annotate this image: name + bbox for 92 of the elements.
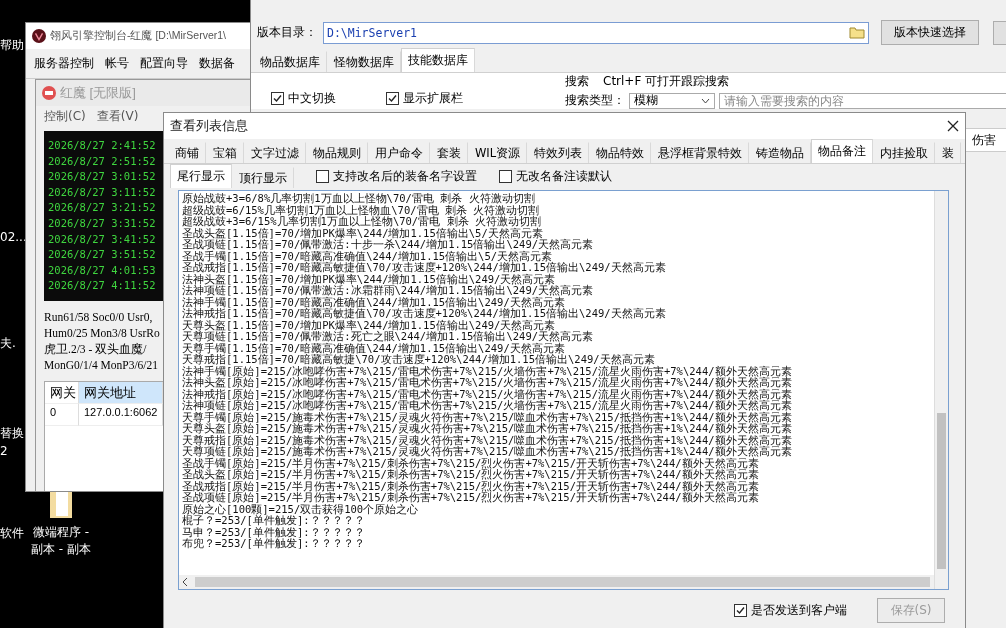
text-line: 圣战项链[1.15倍]=70/佩带激活:十步一杀\244/增加1.15倍输出\249/天然高元素 <box>182 239 594 251</box>
log-line: 2026/8/27 3:31:52 <box>48 216 156 231</box>
field-label: 搜索类型： <box>565 92 625 109</box>
text-line: 布兜？=253/[单件触发]:？？？？？ <box>182 538 365 550</box>
log-line: 2026/8/27 3:21:52 <box>48 200 156 216</box>
search-hint: Ctrl+F 可打开跟踪搜索 <box>603 73 730 90</box>
menu-item[interactable]: 控制(C) <box>41 106 89 127</box>
text-line: 天尊项链[原始]=215/施毒术伤害+7%\215/灵魂火符伤害+7%\215/噬血术伤害+7%\215/抵挡伤害+1%\244/额外天然高元素 <box>182 446 792 458</box>
status-text: MonG0/1/4 MonP3/6/21 <box>43 358 160 373</box>
menu-item[interactable]: 配置向导 <box>137 53 191 74</box>
text-line: 天尊头盔[1.15倍]=70/增加PK爆率\244/增加1.15倍输出\249/天然高元素 <box>182 319 556 331</box>
text-line: 法神项链[1.15倍]=70/佩带激活:冰霜群雨\244/增加1.15倍输出\249/天然高元素 <box>182 285 594 297</box>
text-line: 法神戒指[原始]=215/冰咆哮伤害+7%\215/雷电术伤害+7%\215/火墙伤害+7%\215/流星火雨伤害+7%\244/额外天然高元素 <box>182 388 792 400</box>
checkbox[interactable] <box>386 92 399 105</box>
text-line: 圣战手镯[1.15倍]=70/暗藏高准确值\244/增加1.15倍输出\5/天然高元素 <box>182 250 553 262</box>
checkbox[interactable] <box>734 604 747 617</box>
column-header[interactable]: 伤害 <box>965 128 1006 152</box>
checkbox-label: 是否发送到客户端 <box>751 602 847 619</box>
directory-field[interactable]: D:\MirServer1 <box>323 21 869 44</box>
text-line: 法神头盔[原始]=215/冰咆哮伤害+7%\215/雷电术伤害+7%\215/火墙伤害+7%\215/流星火雨伤害+7%\244/额外天然高元素 <box>182 377 792 389</box>
checkbox[interactable] <box>271 92 284 105</box>
text-line: 圣战手镯[原始]=215/半月伤害+7%\215/刺杀伤害+7%\215/烈火伤害+7%\215/开天斩伤害+7%\244/额外天然高元素 <box>182 457 759 469</box>
field-label: 版本目录： <box>257 24 317 41</box>
desktop-label: 02... <box>0 230 27 244</box>
quick-select-button[interactable]: 版本快速选择 <box>881 20 979 45</box>
caret-icon <box>701 97 710 104</box>
window-title: 红魔 [无限版] <box>60 84 136 102</box>
text-line: 圣战戒指[1.15倍]=70/暗藏高敏捷值\70/攻击速度+120%\244/增加1.15倍输出\249/天然高元素 <box>182 262 666 274</box>
desktop-label: 夫. <box>0 335 16 352</box>
status-text: Hum0/25 Mon3/8 UsrRo <box>43 326 161 341</box>
desktop-label: 2 <box>0 444 8 458</box>
app-logo-icon <box>42 86 56 100</box>
log-line: 2026/8/27 3:01:52 <box>48 169 156 185</box>
text-line: 超级战鼓=6/15%几率切割1万血以上怪物血\70/雷电 刺杀 火符激动切割 <box>182 204 540 216</box>
text-line: 法神项链[原始]=215/冰咆哮伤害+7%\215/雷电术伤害+7%\215/火墙伤害+7%\215/流星火雨伤害+7%\244/额外天然高元素 <box>182 400 792 412</box>
tab[interactable]: 物品备注 <box>811 139 874 163</box>
menu-item[interactable]: 查看(V) <box>93 106 142 127</box>
text-line: 圣战头盔[原始]=215/半月伤害+7%\215/刺杀伤害+7%\215/烈火伤害+7%\215/开天斩伤害+7%\244/额外天然高元素 <box>182 469 759 481</box>
text-line: 天尊项链[1.15倍]=70/佩带激活:死亡之眼\244/增加1.15倍输出\249/天然高元素 <box>182 331 594 343</box>
table-cell: 0 <box>45 404 79 426</box>
dialog-title: 查看列表信息 <box>170 117 248 135</box>
window-title: 翎风引擎控制台-红魔 [D:\MirServer1\ <box>50 29 226 43</box>
desktop-label: 替换 <box>0 425 24 442</box>
menu-item[interactable]: 帐号 <box>102 53 132 74</box>
checkbox-label: 中文切换 <box>288 90 336 107</box>
close-icon[interactable] <box>947 120 959 132</box>
text-line: 天尊头盔[原始]=215/施毒术伤害+7%\215/灵魂火符伤害+7%\215/噬血术伤害+7%\215/抵挡伤害+1%\244/额外天然高元素 <box>182 423 792 435</box>
log-line: 2026/8/27 4:11:52 <box>48 278 156 294</box>
text-line: 天尊戒指[1.15倍]=70/暗藏高敏捷\70/攻击速度+120%\244/增加1.15倍输出\249/天然高元素 <box>182 354 655 366</box>
tab[interactable]: 技能数据库 <box>401 48 475 72</box>
text-line: 法神头盔[1.15倍]=70/增加PK爆率\244/增加1.15倍输出\249/天然高元素 <box>182 273 556 285</box>
log-line: 2026/8/27 2:51:52 <box>48 153 156 169</box>
vertical-scrollbar[interactable] <box>934 191 948 589</box>
log-line: 2026/8/27 3:41:52 <box>48 231 156 247</box>
menu-item[interactable]: 服务器控制 <box>31 53 97 74</box>
text-line: 圣战戒指[原始]=215/半月伤害+7%\215/刺杀伤害+7%\215/烈火伤害+7%\215/开天斩伤害+7%\244/额外天然高元素 <box>182 480 759 492</box>
desktop-label: 软件 <box>0 525 24 542</box>
status-text: Run61/58 Soc0/0 Usr0, <box>43 310 154 325</box>
text-line: 超级战鼓+3=6/15%几率切割1万血以上怪物\70/雷电 刺杀 火符激动切割 <box>182 216 541 228</box>
search-field[interactable]: 请输入需要搜索的内容 <box>719 92 1006 109</box>
status-text: 虎卫.2/3 - 双头血魔/ <box>43 342 148 357</box>
checkbox-label: 支持改名后的装备名字设置 <box>333 168 477 185</box>
text-line: 天尊戒指[原始]=215/施毒术伤害+7%\215/灵魂火符伤害+7%\215/噬血术伤害+7%\215/抵挡伤害+1%\244/额外天然高元素 <box>182 434 792 446</box>
text-area[interactable] <box>178 190 949 590</box>
text-line: 棍子？=253/[单件触发]:？？？？？ <box>182 515 365 526</box>
text-line: 天尊手镯[1.15倍]=70/暗藏高准确值\244/增加1.15倍输出\249/天然高元素 <box>182 342 565 354</box>
text-line: 圣战头盔[1.15倍]=70/增加PK爆率\244/增加1.15倍输出\5/天然高元素 <box>182 227 543 239</box>
log-line: 2026/8/27 3:11:52 <box>48 184 156 200</box>
checkbox[interactable] <box>316 170 329 183</box>
text-line: 法神手镯[原始]=215/冰咆哮伤害+7%\215/雷电术伤害+7%\215/火墙伤害+7%\215/流星火雨伤害+7%\244/额外天然高元素 <box>182 365 792 377</box>
text-line: 天尊手镯[原始]=215/施毒术伤害+7%\215/灵魂火符伤害+7%\215/噬血术伤害+7%\215/抵挡伤害+1%\244/额外天然高元素 <box>182 411 792 423</box>
log-line: 2026/8/27 2:41:52 <box>48 138 156 154</box>
group-title: 搜索 <box>565 73 589 90</box>
text-line: 原始之心[100颗]=215/双击获得100个原始之心 <box>182 503 419 515</box>
desktop-label: 帮助 <box>0 37 24 54</box>
log-line: 2026/8/27 3:51:52 <box>48 247 156 263</box>
log-line: 2026/8/27 4:01:53 <box>48 262 156 278</box>
text-line: 法神戒指[1.15倍]=70/暗藏高敏捷值\70/攻击速度+120%\244/增加1.15倍输出\249/天然高元素 <box>182 308 666 320</box>
column-header[interactable]: 网关地址 <box>79 382 164 404</box>
desktop-icon-label[interactable]: 微端程序 - 副本 - 副本 <box>26 524 96 558</box>
checkbox-label: 无改名备注读默认 <box>516 168 612 185</box>
horizontal-scrollbar[interactable] <box>179 575 934 589</box>
menu-item[interactable]: 数据备 <box>196 53 238 74</box>
checkbox-label: 显示扩展栏 <box>403 90 463 107</box>
checkbox[interactable] <box>499 170 512 183</box>
search-type-dropdown[interactable]: 模糊 <box>629 92 715 109</box>
app-logo-icon <box>32 29 46 43</box>
text-line: 圣战项链[原始]=215/半月伤害+7%\215/刺杀伤害+7%\215/烈火伤害+7%\215/开天斩伤害+7%\244/额外天然高元素 <box>182 492 759 503</box>
text-line: 马申？=253/[单件触发]:？？？？？ <box>182 526 365 538</box>
tab[interactable]: 尾行显示 <box>170 164 232 188</box>
text-line: 法神手镯[1.15倍]=70/暗藏高准确值\244/增加1.15倍输出\249/天然高元素 <box>182 296 565 308</box>
text-line: 原始战鼓+3=6/8%几率切割1万血以上怪物\70/雷电 刺杀 火符激动切割 <box>182 193 535 204</box>
